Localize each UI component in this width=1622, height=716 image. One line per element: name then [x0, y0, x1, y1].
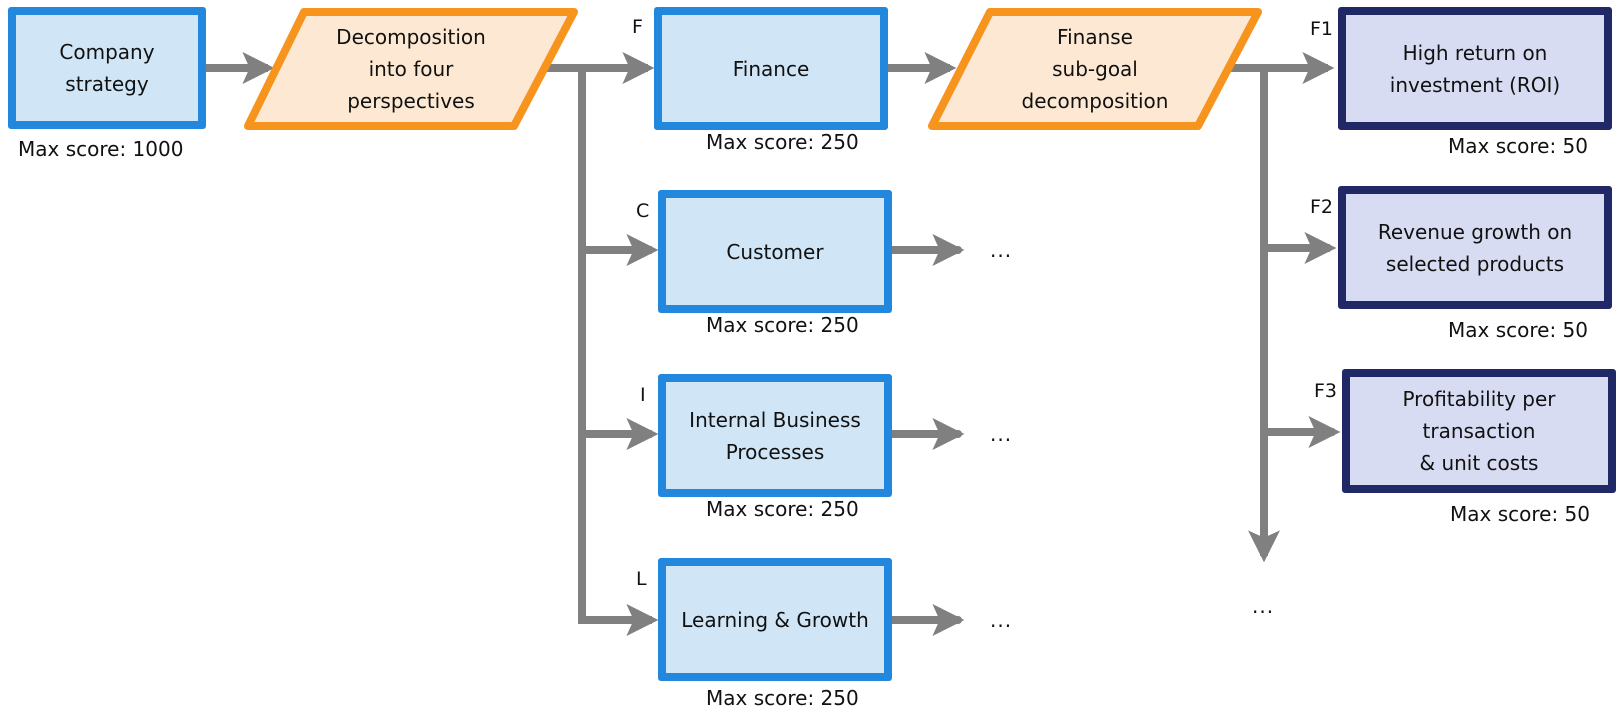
node-finance: Finance	[654, 7, 888, 130]
node-internal: Internal Business Processes	[658, 374, 892, 497]
tag-learning: L	[636, 568, 647, 590]
internal-score: Max score: 250	[706, 497, 859, 521]
tag-f3: F3	[1314, 380, 1338, 402]
node-customer: Customer	[658, 190, 892, 313]
node-decomposition-text: Decomposition into four perspectives	[336, 25, 486, 113]
node-company-strategy-text: Company strategy	[59, 40, 155, 96]
node-learning-text: Learning & Growth	[681, 607, 869, 632]
node-decomposition: Decomposition into four perspectives	[244, 8, 578, 130]
tag-internal: I	[640, 384, 646, 406]
node-finance-decomposition: Finanse sub-goal decomposition	[928, 8, 1262, 130]
tag-f2: F2	[1310, 196, 1334, 218]
node-f2-text: Revenue growth on selected products	[1377, 219, 1573, 276]
node-f1: High return on investment (ROI)	[1338, 7, 1612, 130]
tag-finance: F	[632, 16, 643, 38]
node-customer-text: Customer	[726, 239, 824, 264]
f1-score: Max score: 50	[1448, 134, 1588, 158]
f2-score: Max score: 50	[1448, 318, 1588, 342]
node-internal-text: Internal Business Processes	[689, 407, 861, 464]
internal-continuation: ...	[990, 422, 1013, 446]
node-finance-decomposition-text: Finanse sub-goal decomposition	[1021, 25, 1169, 113]
node-f2: Revenue growth on selected products	[1338, 186, 1612, 309]
f3-score: Max score: 50	[1450, 502, 1590, 526]
branch-line-perspectives	[578, 68, 590, 624]
node-f3-text: Profitability per transaction & unit cos…	[1402, 387, 1556, 475]
learning-continuation: ...	[990, 608, 1013, 632]
node-company-strategy: Company strategy	[8, 7, 206, 129]
node-finance-text: Finance	[732, 56, 810, 81]
company-strategy-score: Max score: 1000	[18, 137, 184, 161]
tag-f1: F1	[1310, 18, 1334, 40]
tag-customer: C	[636, 200, 650, 222]
learning-score: Max score: 250	[706, 686, 859, 710]
finance-score: Max score: 250	[706, 130, 859, 154]
node-f1-text: High return on investment (ROI)	[1389, 40, 1561, 97]
customer-score: Max score: 250	[706, 313, 859, 337]
customer-continuation: ...	[990, 238, 1013, 262]
finance-subgoals-continuation: ...	[1252, 594, 1275, 618]
node-f3: Profitability per transaction & unit cos…	[1342, 369, 1616, 493]
node-learning: Learning & Growth	[658, 558, 892, 681]
